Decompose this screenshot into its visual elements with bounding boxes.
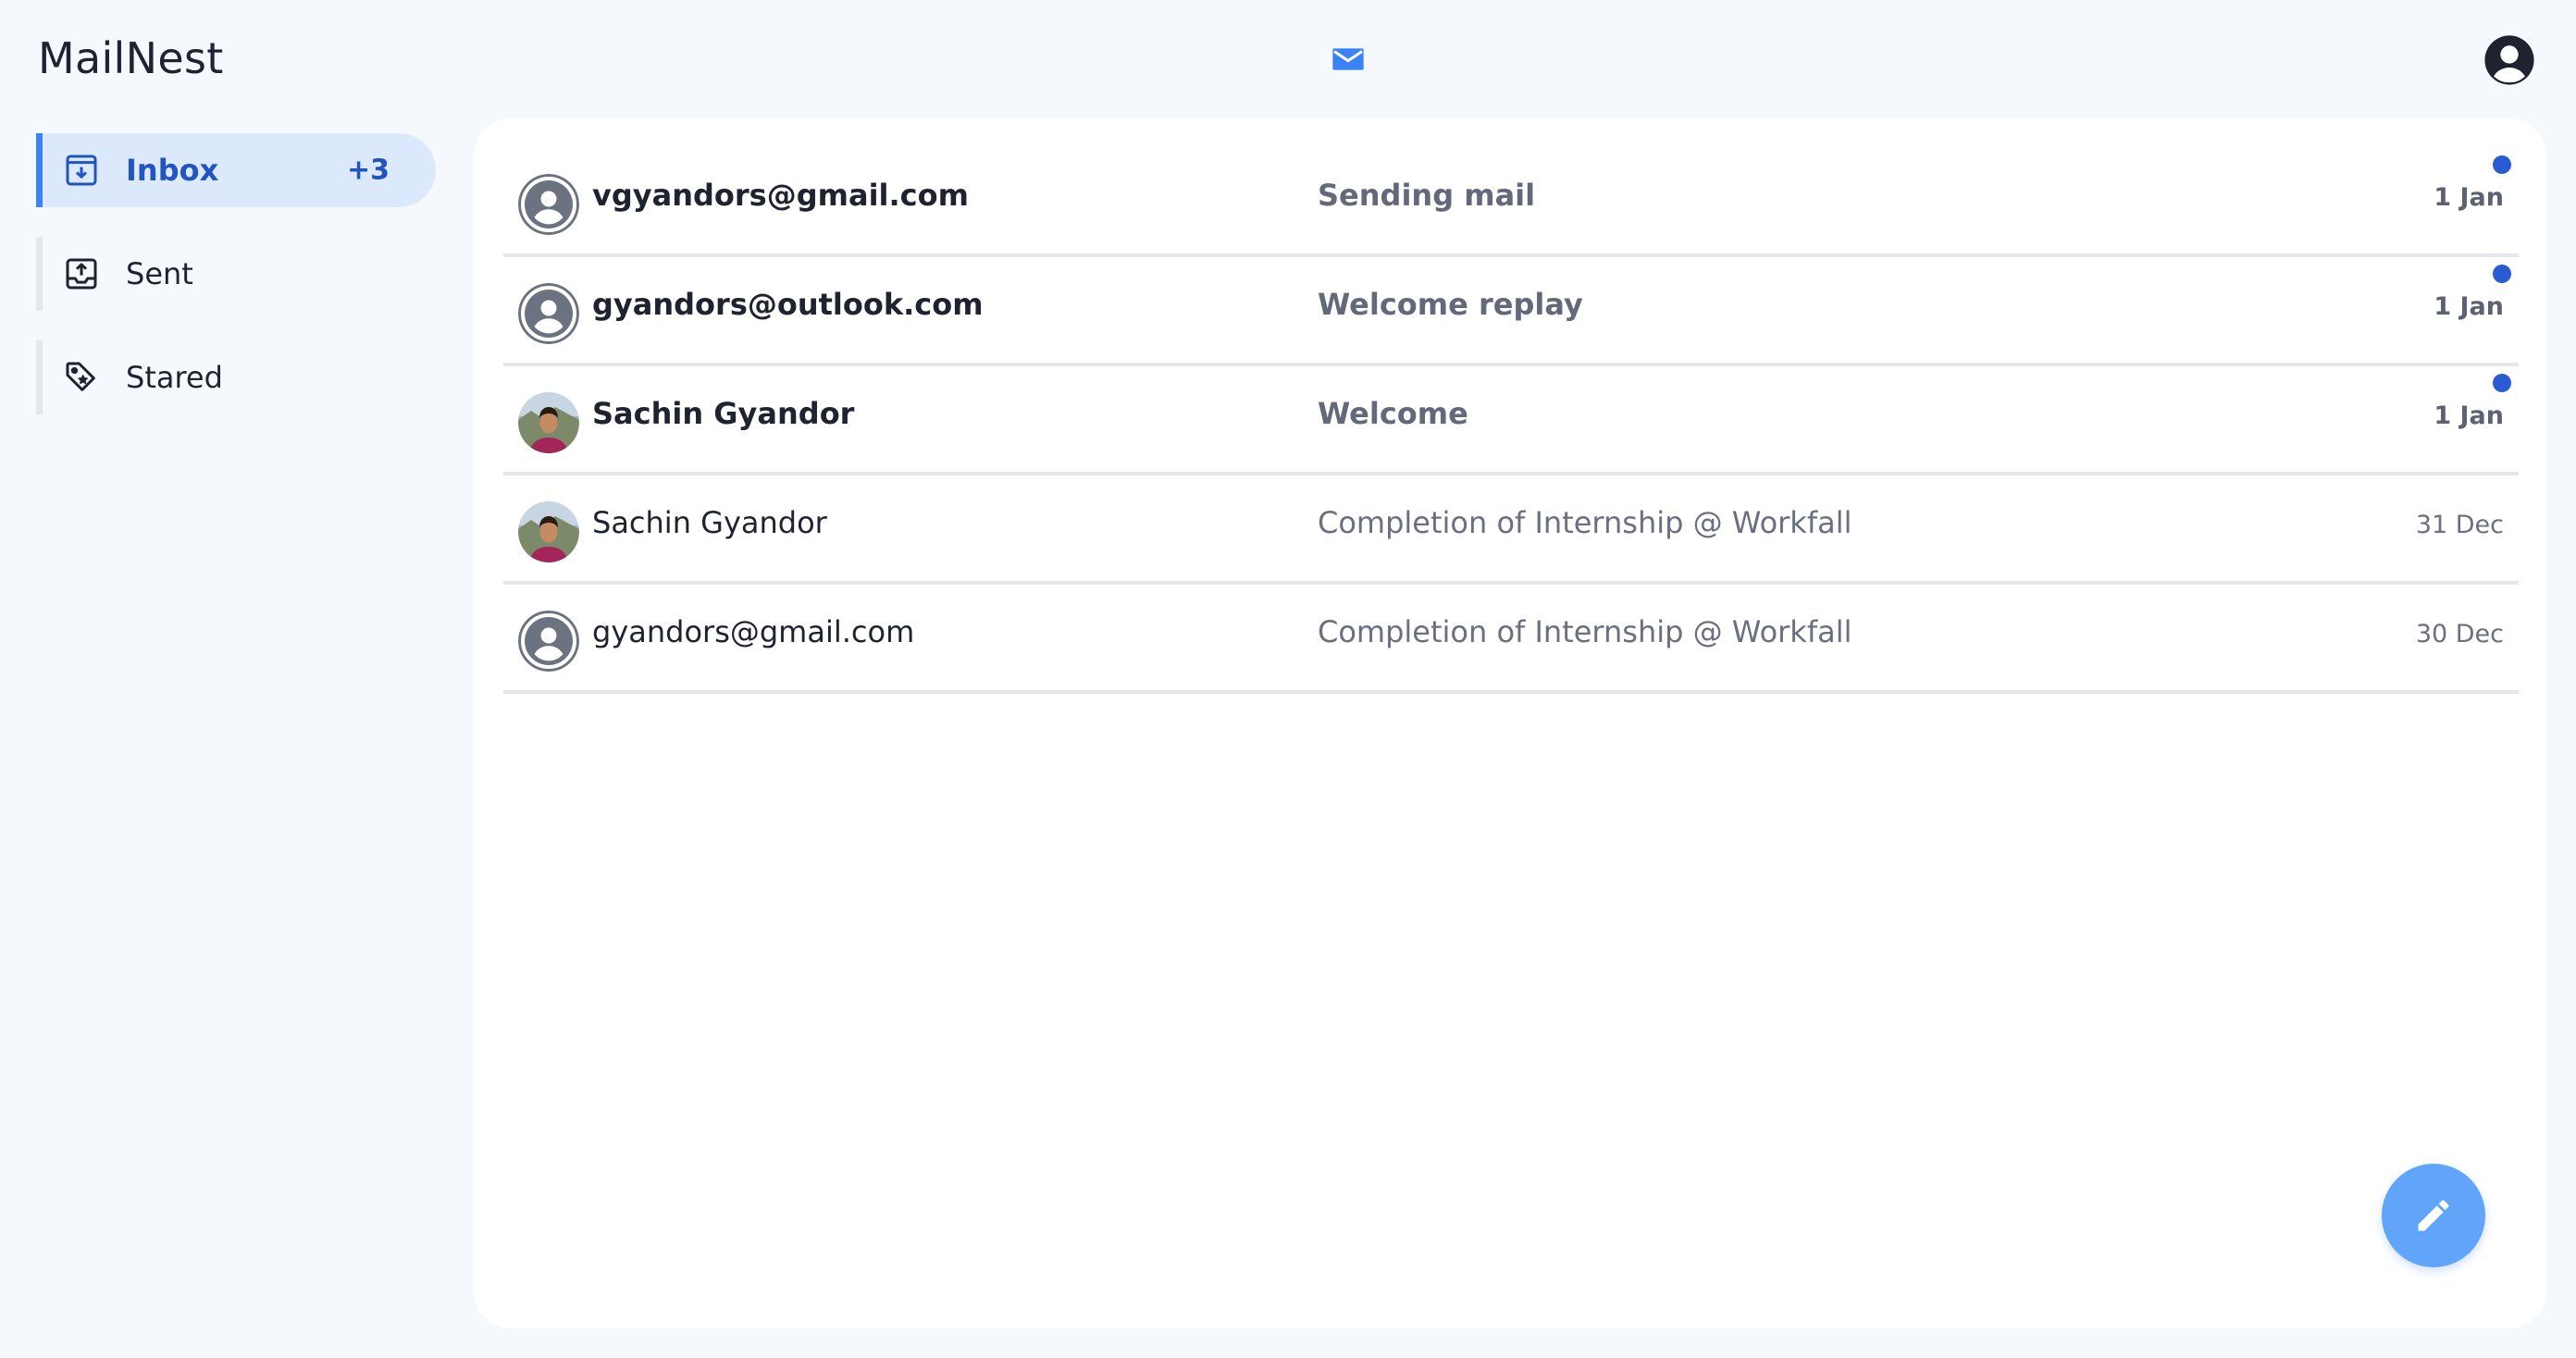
unread-dot — [2493, 265, 2511, 283]
table-row[interactable]: gyandors@outlook.com Welcome replay 1 Ja… — [503, 257, 2519, 366]
email-sender: gyandors@outlook.com — [592, 287, 984, 322]
email-subject: Welcome — [1318, 396, 1468, 431]
unread-dot — [2493, 155, 2511, 174]
table-row[interactable]: Sachin Gyandor Completion of Internship … — [503, 475, 2519, 585]
email-subject: Welcome replay — [1318, 287, 1583, 322]
sidebar-item-label: Sent — [126, 256, 193, 291]
sidebar-item-sent[interactable]: Sent — [36, 237, 436, 311]
compose-button[interactable] — [2382, 1164, 2485, 1267]
email-sender: gyandors@gmail.com — [592, 614, 915, 649]
email-sender: vgyandors@gmail.com — [592, 178, 969, 213]
table-row[interactable]: vgyandors@gmail.com Sending mail 1 Jan — [503, 148, 2519, 257]
email-date: 1 Jan — [2434, 292, 2504, 321]
email-subject: Completion of Internship @ Workfall — [1318, 505, 1852, 540]
email-date: 1 Jan — [2434, 401, 2504, 430]
email-subject: Sending mail — [1318, 178, 1536, 213]
unread-dot — [2493, 374, 2511, 392]
email-sender: Sachin Gyandor — [592, 396, 855, 431]
email-date: 31 Dec — [2415, 511, 2504, 539]
inbox-icon — [66, 154, 97, 186]
photo-avatar — [518, 501, 579, 562]
email-sender: Sachin Gyandor — [592, 505, 827, 540]
mail-panel: vgyandors@gmail.com Sending mail 1 Jan g… — [474, 118, 2546, 1328]
tag-icon — [66, 362, 95, 391]
default-avatar-icon — [518, 174, 579, 235]
mail-icon[interactable] — [1328, 41, 1368, 78]
sidebar-item-label: Inbox — [126, 153, 219, 188]
email-subject: Completion of Internship @ Workfall — [1318, 614, 1852, 649]
sidebar-item-stared[interactable]: Stared — [36, 340, 436, 414]
default-avatar-icon — [518, 283, 579, 344]
account-circle-icon[interactable] — [2483, 33, 2536, 87]
photo-avatar — [518, 392, 579, 453]
default-avatar-icon — [518, 611, 579, 672]
table-row[interactable]: Sachin Gyandor Welcome 1 Jan — [503, 366, 2519, 475]
table-row[interactable]: gyandors@gmail.com Completion of Interns… — [503, 585, 2519, 694]
email-date: 1 Jan — [2434, 183, 2504, 212]
mail-list: vgyandors@gmail.com Sending mail 1 Jan g… — [503, 148, 2519, 694]
pencil-icon — [2418, 1200, 2449, 1231]
sent-icon — [66, 258, 97, 290]
app-title: MailNest — [38, 33, 224, 83]
sidebar-item-label: Stared — [126, 360, 223, 395]
email-date: 30 Dec — [2415, 620, 2504, 648]
sidebar: Inbox +3 Sent Stared — [36, 133, 436, 444]
sidebar-item-inbox[interactable]: Inbox +3 — [36, 133, 436, 207]
unread-count-badge: +3 — [346, 154, 390, 187]
